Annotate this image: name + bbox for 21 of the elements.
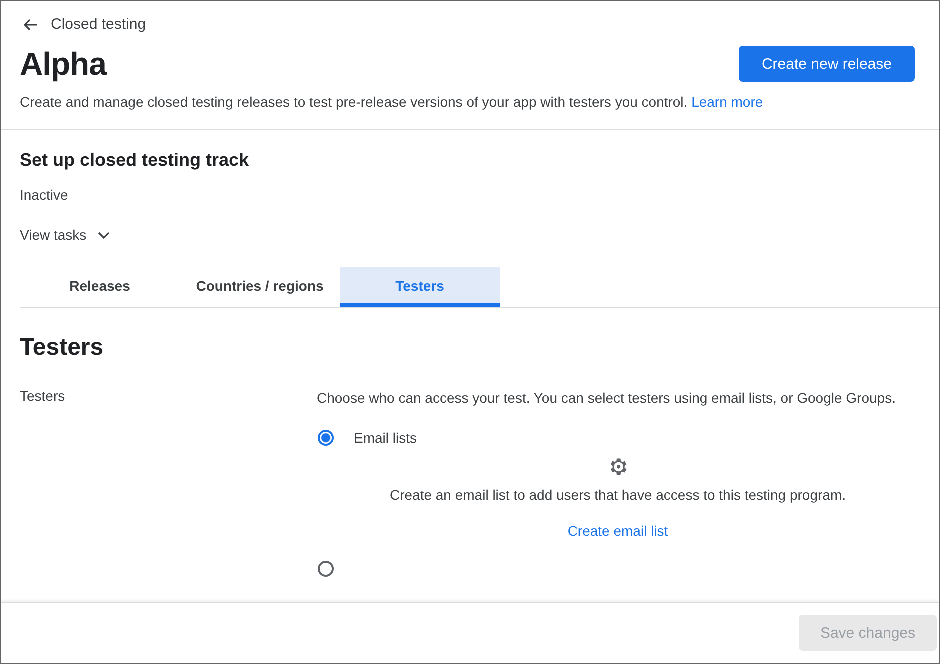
status-text: Inactive bbox=[20, 186, 70, 202]
tab[interactable]: Testers bbox=[340, 266, 500, 306]
create-release-button[interactable]: Create new release bbox=[739, 46, 915, 82]
tab[interactable]: Countries / regions bbox=[180, 266, 340, 306]
radio-button[interactable] bbox=[318, 560, 334, 576]
back-arrow-icon bbox=[22, 16, 38, 32]
page-description: Create and manage closed testing releases to test pre-release versions of your app with testers you control. Learn more bbox=[20, 92, 764, 112]
back-link[interactable]: Closed testing bbox=[51, 16, 146, 33]
empty-state-message: Create an email list to add users that have access to this testing program. bbox=[390, 486, 846, 502]
section-heading: Testers bbox=[20, 334, 105, 362]
view-tasks-toggle[interactable]: View tasks bbox=[20, 226, 111, 242]
field-label: Testers bbox=[20, 388, 66, 406]
learn-more-link[interactable]: Learn more bbox=[692, 94, 764, 110]
create-email-list-link[interactable]: Create email list bbox=[568, 522, 668, 538]
radio-button[interactable] bbox=[318, 430, 334, 446]
section-title: Set up closed testing track bbox=[20, 150, 250, 170]
tab[interactable]: Releases bbox=[20, 266, 180, 306]
radio-label[interactable]: Email lists bbox=[354, 430, 418, 446]
help-text: Choose who can access your test. You can select testers using email lists, or Google Groups. bbox=[317, 390, 897, 406]
save-changes-button: Save changes bbox=[799, 615, 937, 651]
page-title: Alpha bbox=[20, 46, 106, 82]
